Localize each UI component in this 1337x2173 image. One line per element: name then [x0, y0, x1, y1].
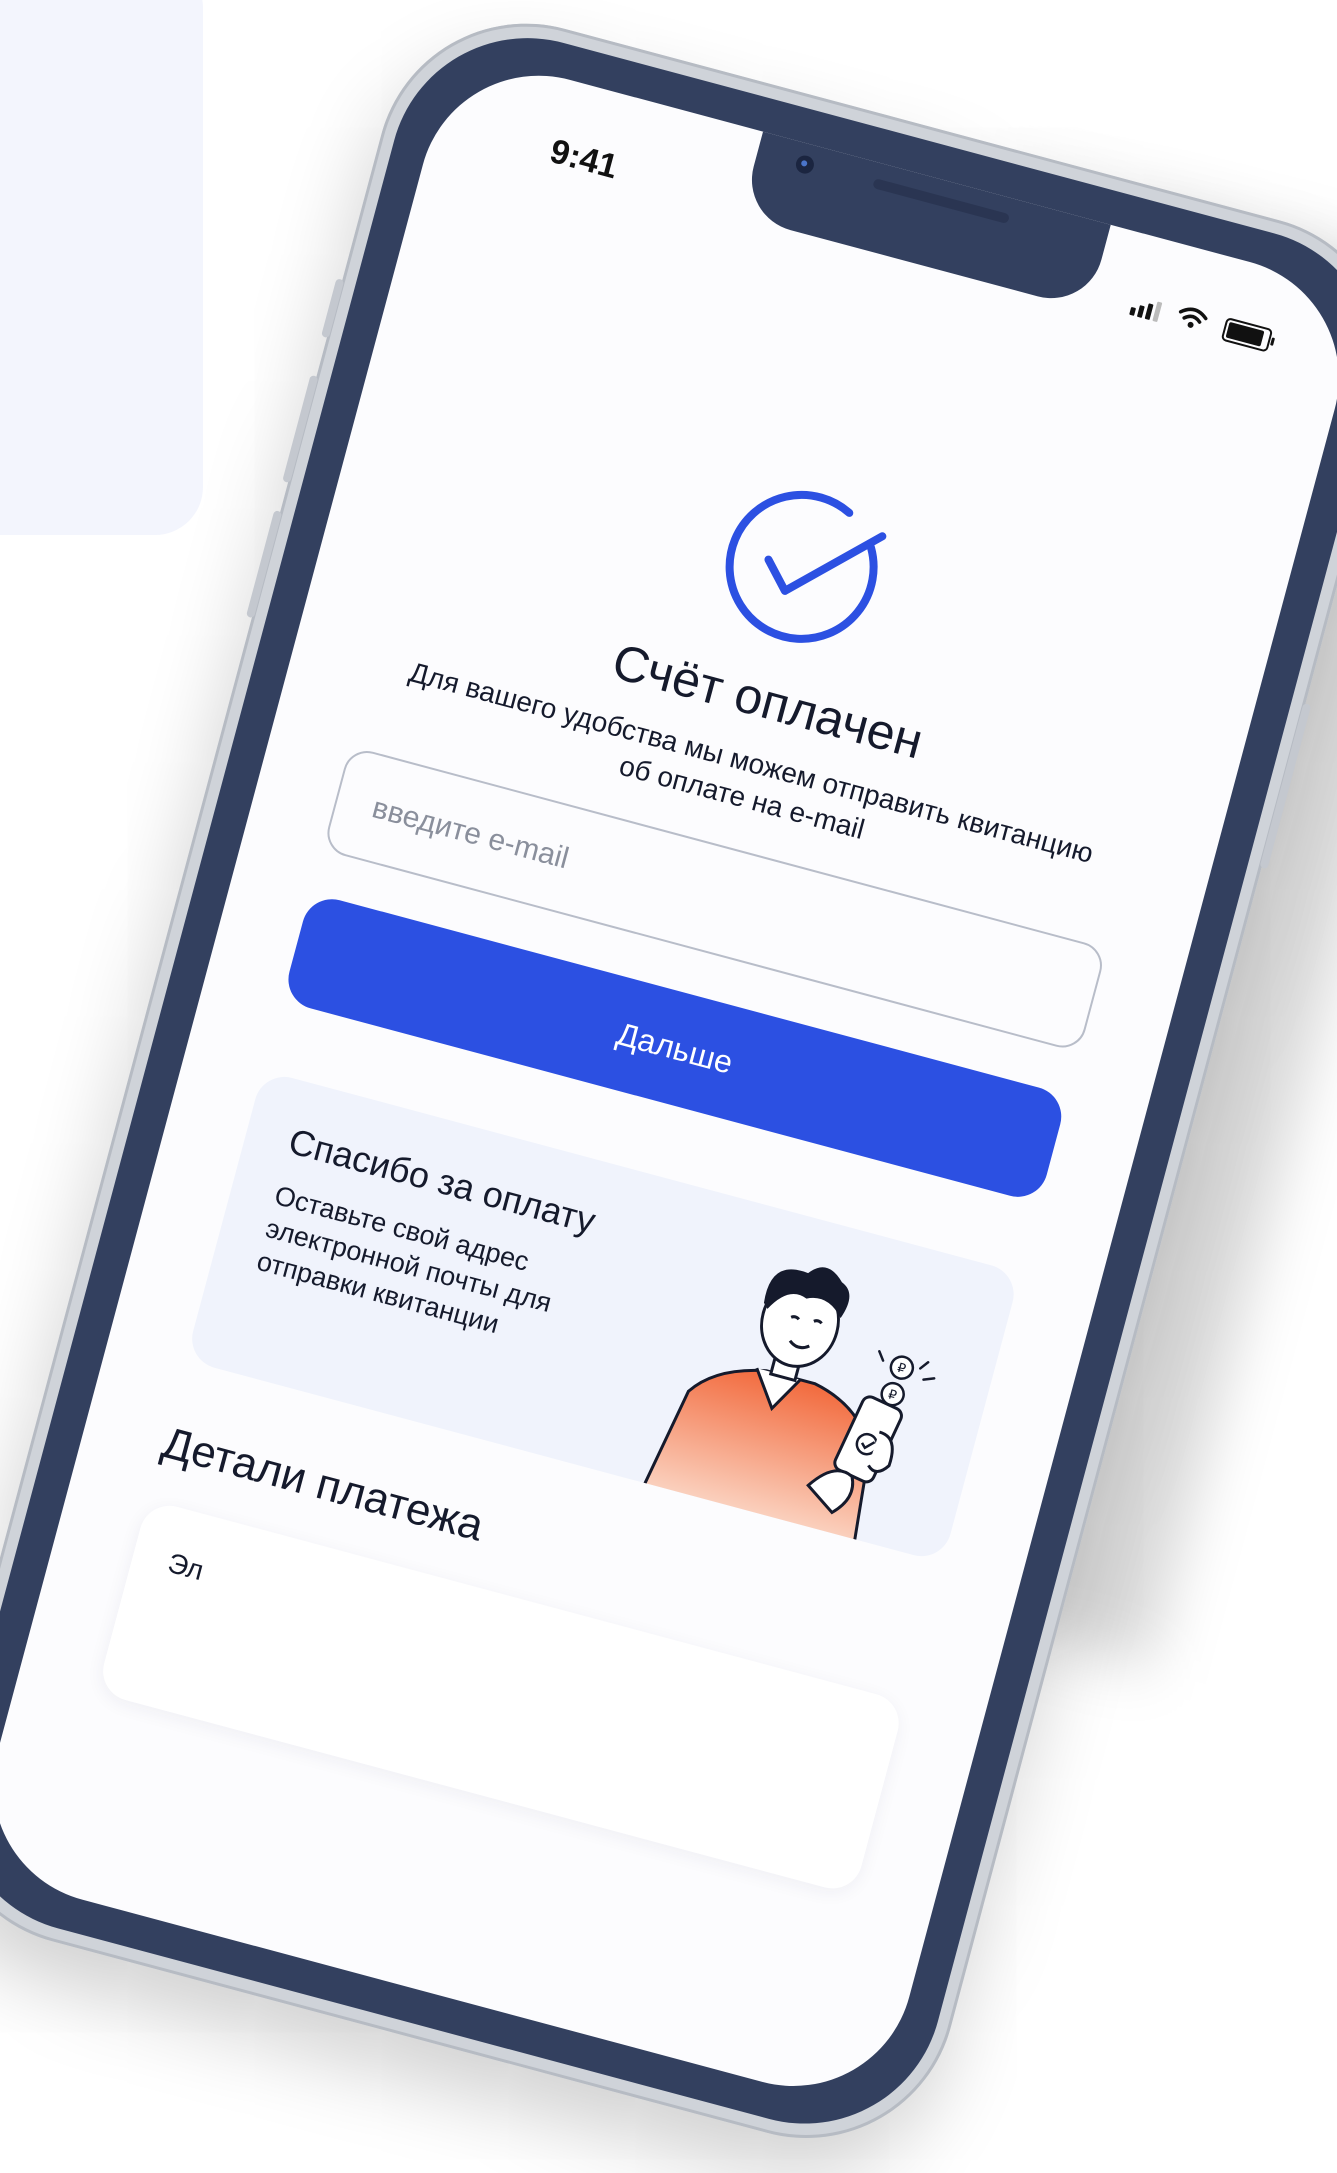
phone-notch — [740, 127, 1112, 310]
signal-icon — [1129, 293, 1163, 323]
front-camera — [793, 153, 816, 176]
person-with-phone-illustration: ₽ ₽ — [638, 1267, 936, 1552]
background-panel — [0, 0, 203, 535]
battery-icon — [1220, 316, 1274, 353]
speaker-grille — [872, 178, 1011, 225]
status-icons — [1129, 291, 1274, 353]
ruble-coin-icon: ₽ ₽ — [880, 1355, 915, 1407]
wifi-icon — [1174, 304, 1210, 337]
details-row-label: Эл — [164, 1547, 207, 1587]
check-circle-icon — [725, 490, 887, 643]
status-time: 9:41 — [546, 132, 622, 187]
payment-details-card: Эл — [96, 1499, 906, 1896]
